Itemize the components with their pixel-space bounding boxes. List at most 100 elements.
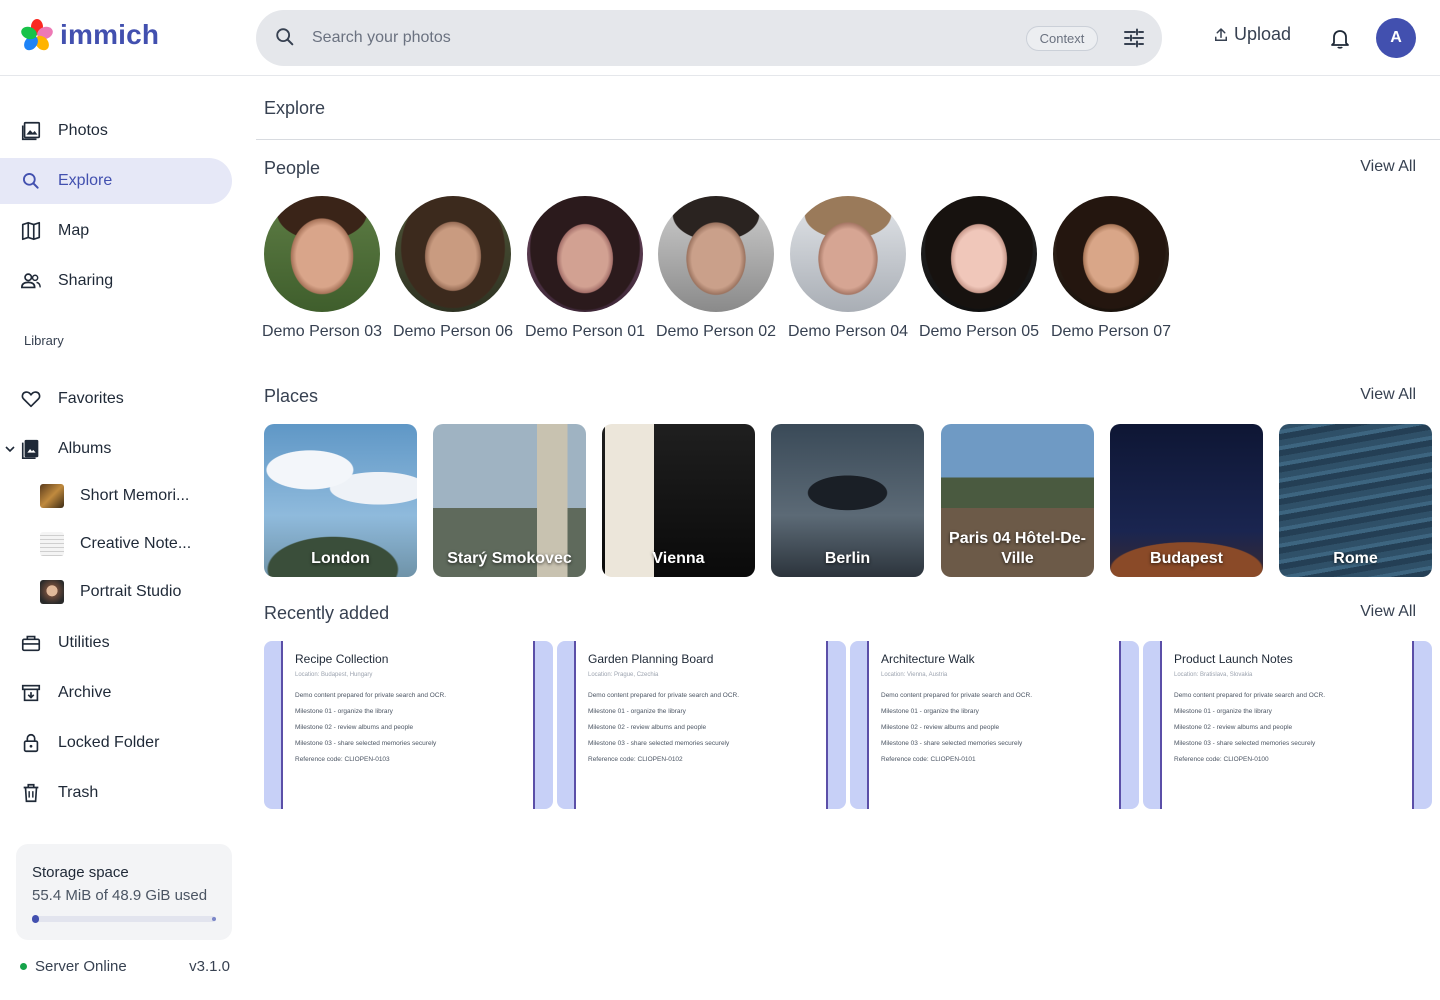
- album-item-short-memories[interactable]: Short Memori...: [40, 480, 230, 512]
- recent-item[interactable]: Product Launch Notes Location: Bratislav…: [1143, 641, 1432, 809]
- app-logo[interactable]: immich: [20, 18, 159, 52]
- doc-location: Location: Prague, Czechia: [588, 672, 659, 678]
- sidebar-item-trash[interactable]: Trash: [0, 770, 232, 816]
- place-name: Starý Smokovec: [447, 550, 572, 567]
- doc-line: Milestone 01 - organize the library: [295, 708, 393, 715]
- archive-icon: [20, 682, 42, 704]
- sharing-icon: [20, 270, 42, 292]
- notifications-bell-icon[interactable]: [1328, 26, 1352, 50]
- place-card[interactable]: Rome: [1279, 424, 1432, 577]
- person-name: Demo Person 07: [1050, 323, 1172, 340]
- doc-location: Location: Vienna, Austria: [881, 672, 948, 678]
- album-item-creative-notes[interactable]: Creative Note...: [40, 528, 230, 560]
- album-item-portrait-studio[interactable]: Portrait Studio: [40, 576, 230, 608]
- sidebar-item-locked-folder[interactable]: Locked Folder: [0, 720, 232, 766]
- doc-page: Garden Planning Board Location: Prague, …: [574, 641, 828, 809]
- person-card[interactable]: Demo Person 04: [782, 196, 914, 342]
- sidebar-item-label: Photos: [58, 122, 108, 139]
- doc-location: Location: Bratislava, Slovakia: [1174, 672, 1253, 678]
- person-name: Demo Person 03: [261, 323, 383, 340]
- sidebar-item-label: Trash: [58, 784, 99, 801]
- recent-item[interactable]: Recipe Collection Location: Budapest, Hu…: [264, 641, 553, 809]
- sidebar-item-utilities[interactable]: Utilities: [0, 620, 232, 666]
- doc-line: Demo content prepared for private search…: [588, 692, 740, 699]
- person-card[interactable]: Demo Person 01: [519, 196, 651, 342]
- search-icon[interactable]: [274, 26, 296, 48]
- person-photo: [1053, 196, 1169, 312]
- context-search-chip[interactable]: Context: [1026, 26, 1098, 51]
- person-card[interactable]: Demo Person 05: [913, 196, 1045, 342]
- upload-icon: [1215, 27, 1227, 41]
- doc-line: Demo content prepared for private search…: [881, 692, 1033, 699]
- storage-title: Storage space: [32, 864, 129, 881]
- doc-line: Reference code: CLIOPEN-0102: [588, 756, 683, 763]
- doc-line: Milestone 01 - organize the library: [1174, 708, 1272, 715]
- doc-line: Demo content prepared for private search…: [295, 692, 447, 699]
- doc-line: Demo content prepared for private search…: [1174, 692, 1326, 699]
- person-photo: [790, 196, 906, 312]
- person-photo: [921, 196, 1037, 312]
- search-input[interactable]: [312, 24, 912, 52]
- sidebar-item-favorites[interactable]: Favorites: [0, 376, 232, 422]
- page-title: Explore: [264, 98, 326, 118]
- library-section-label: Library: [24, 333, 64, 348]
- album-label: Creative Note...: [80, 535, 192, 552]
- search-bar[interactable]: Context: [256, 10, 1162, 66]
- server-version[interactable]: v3.1.0: [189, 958, 230, 975]
- upload-label: Upload: [1234, 24, 1292, 44]
- places-view-all-link[interactable]: View All: [1360, 386, 1416, 404]
- doc-line: Milestone 02 - review albums and people: [588, 724, 707, 731]
- doc-line: Milestone 03 - share selected memories s…: [881, 740, 1023, 747]
- place-card[interactable]: Berlin: [771, 424, 924, 577]
- places-section-title: Places: [264, 386, 319, 406]
- search-options-icon[interactable]: [1122, 26, 1146, 50]
- place-card[interactable]: London: [264, 424, 417, 577]
- place-card[interactable]: Vienna: [602, 424, 755, 577]
- person-photo: [264, 196, 380, 312]
- recent-item[interactable]: Architecture Walk Location: Vienna, Aust…: [850, 641, 1139, 809]
- immich-logo-icon: [21, 19, 53, 51]
- album-thumbnail: [40, 580, 64, 604]
- album-thumbnail: [40, 532, 64, 556]
- user-avatar[interactable]: A: [1376, 18, 1416, 58]
- storage-progress-fill: [32, 915, 40, 923]
- sidebar-item-label: Map: [58, 222, 90, 239]
- sidebar-item-albums[interactable]: Albums: [0, 426, 232, 472]
- person-photo: [658, 196, 774, 312]
- upload-button[interactable]: Upload: [1212, 24, 1291, 45]
- sidebar-item-sharing[interactable]: Sharing: [0, 258, 232, 304]
- people-view-all-link[interactable]: View All: [1360, 158, 1416, 176]
- storage-used-text: 55.4 MiB of 48.9 GiB used: [32, 887, 208, 904]
- heart-icon: [20, 388, 42, 410]
- sidebar-item-photos[interactable]: Photos: [0, 108, 232, 154]
- sidebar-item-archive[interactable]: Archive: [0, 670, 232, 716]
- place-card[interactable]: Paris 04 Hôtel-De-Ville: [941, 424, 1094, 577]
- storage-progress-end: [212, 917, 216, 921]
- person-name: Demo Person 02: [655, 323, 777, 340]
- recent-view-all-link[interactable]: View All: [1360, 603, 1416, 621]
- doc-line: Milestone 03 - share selected memories s…: [1174, 740, 1316, 747]
- doc-line: Milestone 01 - organize the library: [588, 708, 686, 715]
- recent-item[interactable]: Garden Planning Board Location: Prague, …: [557, 641, 846, 809]
- toolbox-icon: [20, 632, 42, 654]
- person-card[interactable]: Demo Person 02: [650, 196, 782, 342]
- lock-icon: [20, 732, 42, 754]
- doc-line: Reference code: CLIOPEN-0100: [1174, 756, 1269, 763]
- album-label: Short Memori...: [80, 487, 190, 504]
- doc-line: Milestone 02 - review albums and people: [1174, 724, 1293, 731]
- server-status[interactable]: Server Online v3.1.0: [20, 958, 230, 975]
- place-card[interactable]: Budapest: [1110, 424, 1263, 577]
- doc-title: Garden Planning Board: [588, 652, 714, 666]
- chevron-down-icon[interactable]: [4, 443, 16, 455]
- album-icon: [20, 438, 42, 460]
- server-online-indicator: [20, 963, 27, 970]
- person-card[interactable]: Demo Person 07: [1045, 196, 1177, 342]
- person-card[interactable]: Demo Person 06: [387, 196, 519, 342]
- person-card[interactable]: Demo Person 03: [256, 196, 388, 342]
- doc-line: Reference code: CLIOPEN-0103: [295, 756, 390, 763]
- person-name: Demo Person 04: [787, 323, 909, 340]
- sidebar-item-explore[interactable]: Explore: [0, 158, 232, 204]
- sidebar-item-label: Explore: [58, 172, 113, 189]
- place-card[interactable]: Starý Smokovec: [433, 424, 586, 577]
- sidebar-item-map[interactable]: Map: [0, 208, 232, 254]
